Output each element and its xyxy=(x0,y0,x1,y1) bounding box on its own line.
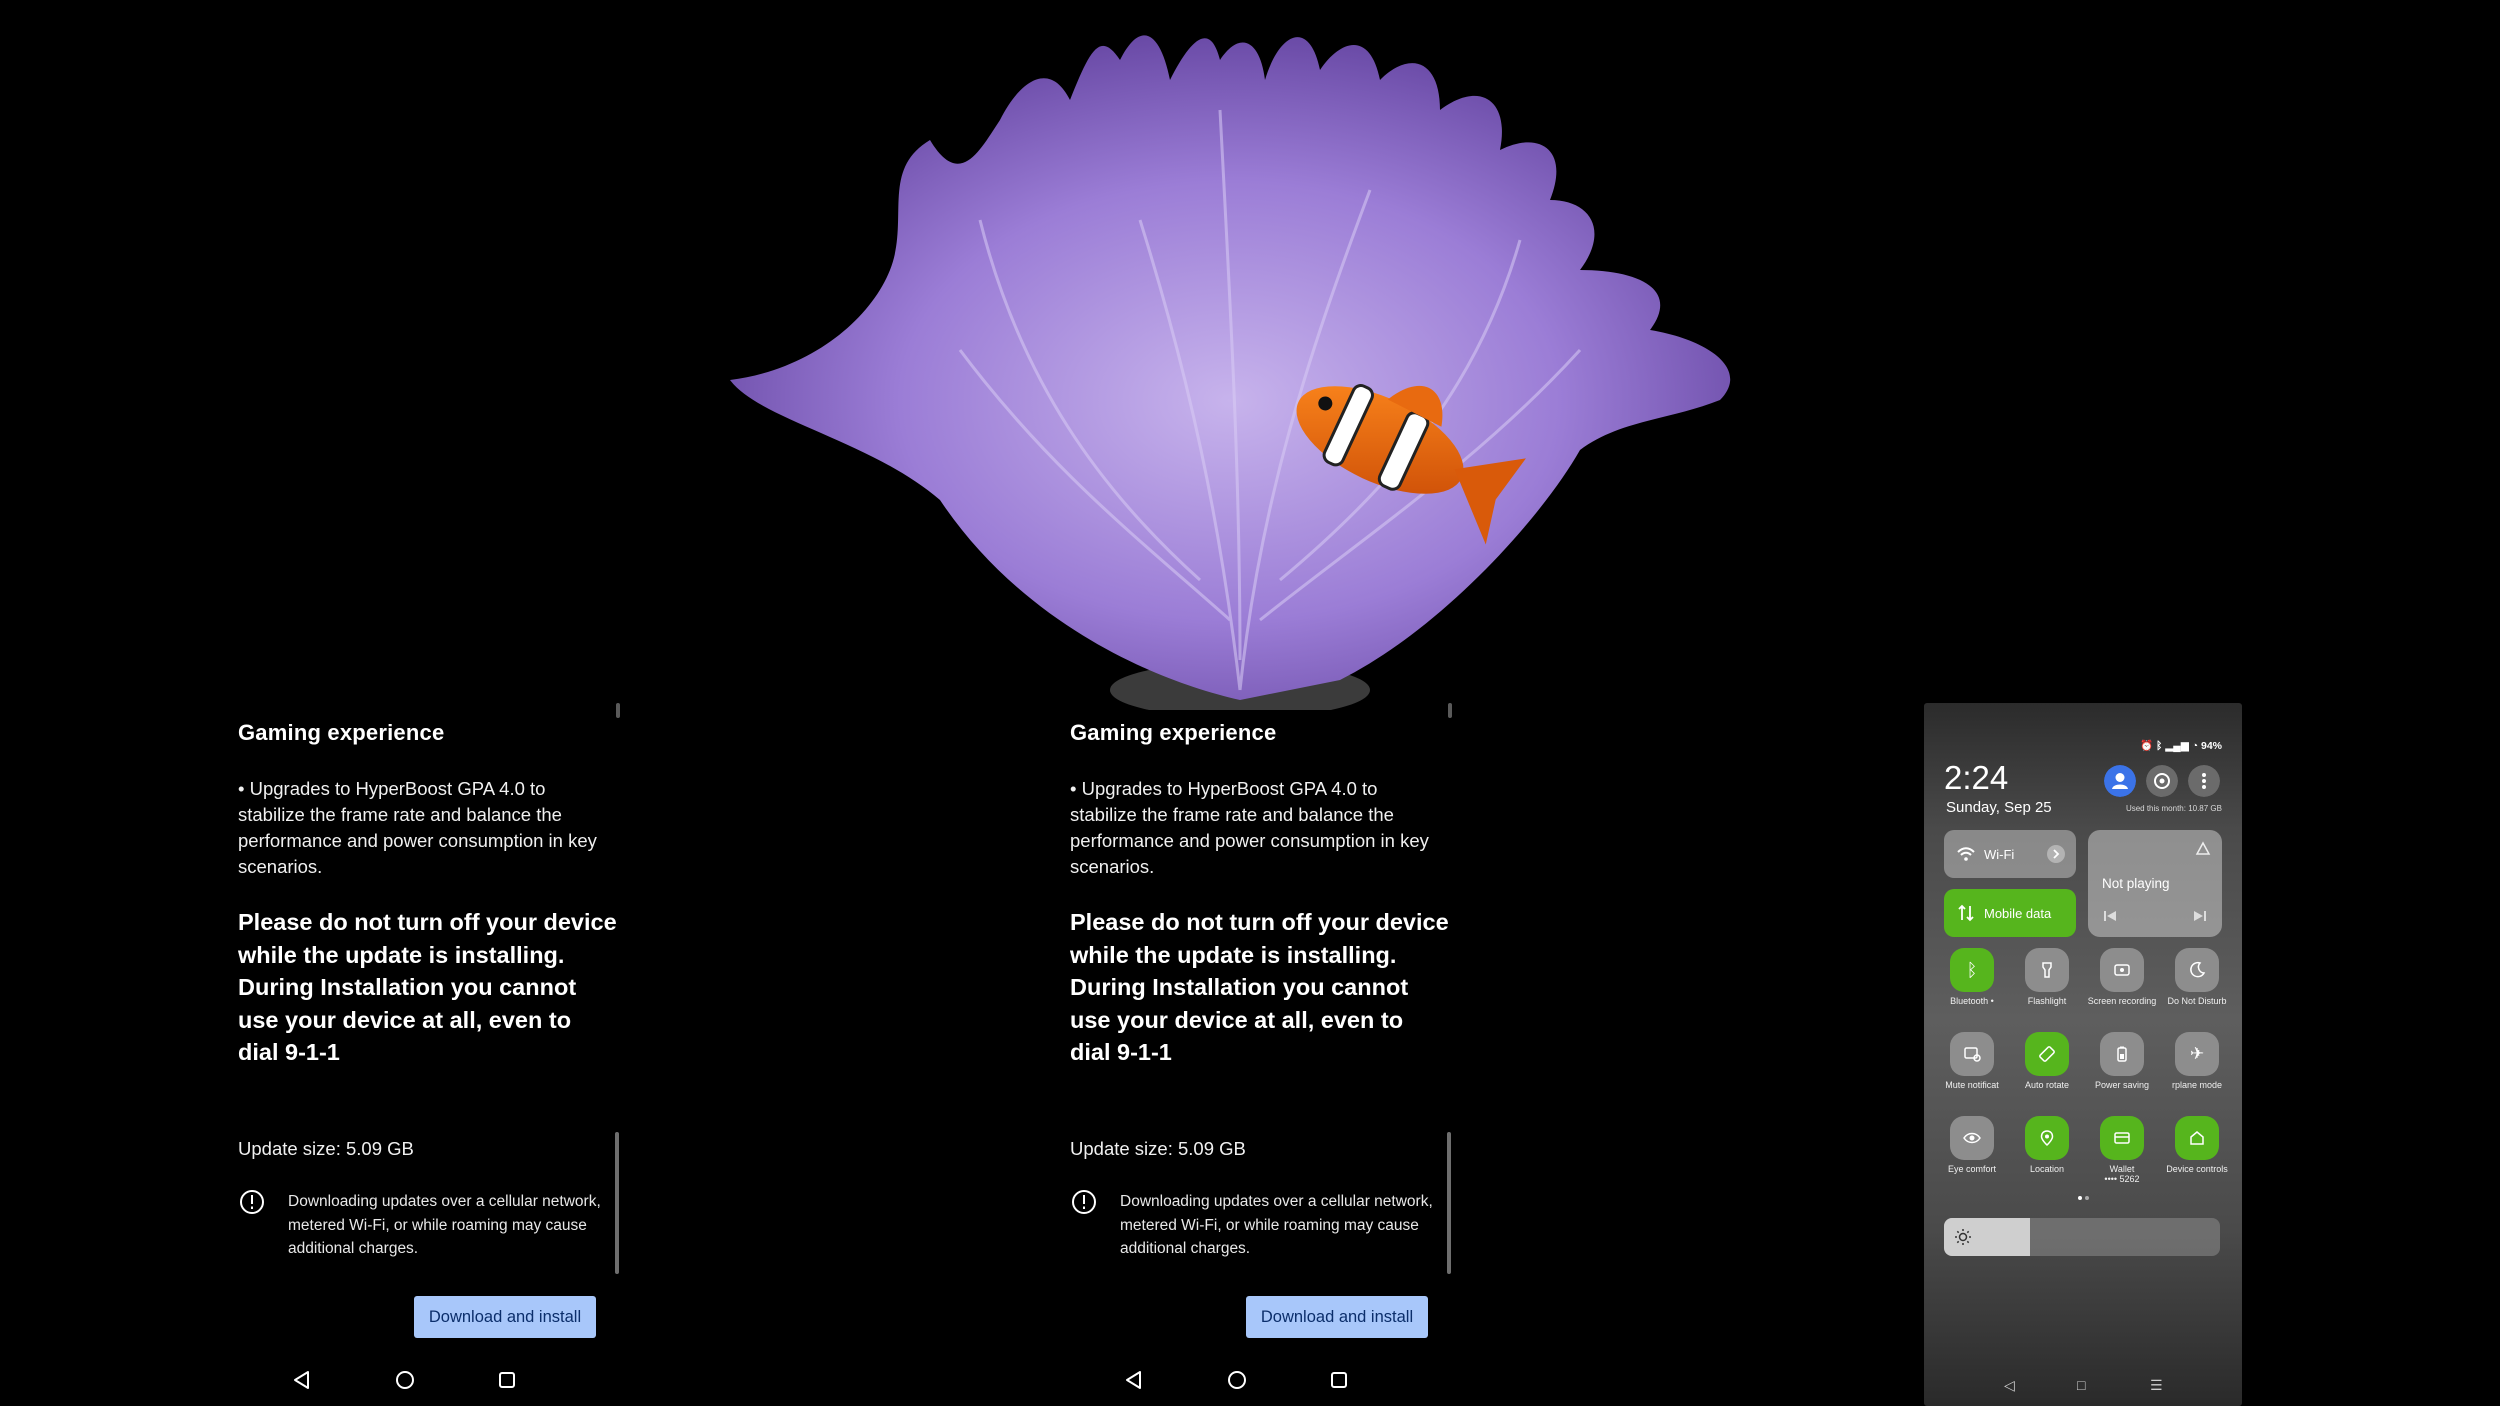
auto-rotate-icon xyxy=(2025,1032,2069,1076)
section-heading: Gaming experience xyxy=(238,720,445,745)
media-player-tile[interactable]: Not playing xyxy=(2088,830,2222,937)
qs-power-saving[interactable]: Power saving xyxy=(2084,1032,2160,1090)
date: Sunday, Sep 25 xyxy=(1946,799,2052,816)
mobile-data-label: Mobile data xyxy=(1984,906,2052,921)
qs-label: Auto rotate xyxy=(2024,1080,2070,1090)
home-icon[interactable] xyxy=(393,1368,417,1392)
screen-record-icon xyxy=(2100,948,2144,992)
system-navbar xyxy=(1120,1360,1370,1400)
location-icon xyxy=(2025,1116,2069,1160)
coral-branches xyxy=(730,35,1731,700)
scrollbar[interactable] xyxy=(615,1132,619,1274)
qs-device-controls[interactable]: Device controls xyxy=(2159,1116,2235,1174)
system-navbar xyxy=(288,1360,538,1400)
next-track-icon[interactable] xyxy=(2192,908,2208,924)
flashlight-icon xyxy=(2025,948,2069,992)
qs-label: Bluetooth • xyxy=(1950,996,1994,1006)
qs-auto-rotate[interactable]: Auto rotate xyxy=(2009,1032,2085,1090)
mute-notification-icon xyxy=(1950,1032,1994,1076)
account-icon[interactable] xyxy=(2104,765,2136,797)
data-usage: Used this month: 10.87 GB xyxy=(2125,804,2222,813)
update-panel-left: Gaming experience • Upgrades to HyperBoo… xyxy=(238,700,658,1406)
chevron-right-icon[interactable] xyxy=(2046,844,2066,864)
more-options-icon[interactable] xyxy=(2188,765,2220,797)
qs-flashlight[interactable]: Flashlight xyxy=(2009,948,2085,1006)
qs-label: Power saving xyxy=(2094,1080,2150,1090)
qs-bluetooth[interactable]: ᛒ Bluetooth • xyxy=(1934,948,2010,1006)
qs-airplane-mode[interactable]: ✈ rplane mode xyxy=(2159,1032,2235,1090)
bluetooth-icon: ᛒ xyxy=(1950,948,1994,992)
mobile-data-tile[interactable]: Mobile data xyxy=(1944,889,2076,937)
recents-icon[interactable] xyxy=(1327,1368,1351,1392)
qs-label: Eye comfort xyxy=(1947,1164,1996,1174)
scroll-indicator-top xyxy=(1448,703,1452,718)
info-icon xyxy=(1072,1190,1096,1214)
qs-label: Wallet xyxy=(2109,1164,2135,1174)
qs-label: Do Not Disturb xyxy=(2167,996,2227,1006)
feature-bullet: • Upgrades to HyperBoost GPA 4.0 to stab… xyxy=(238,778,597,877)
qs-sublabel: •••• 5262 xyxy=(2104,1174,2140,1184)
media-status: Not playing xyxy=(2102,876,2170,891)
qs-label: Mute notificat xyxy=(1945,1080,1999,1090)
wallet-icon xyxy=(2100,1116,2144,1160)
cast-icon[interactable] xyxy=(2194,840,2212,858)
scroll-indicator-top xyxy=(616,703,620,718)
download-install-button[interactable]: Download and install xyxy=(414,1296,596,1338)
qs-wallet[interactable]: Wallet •••• 5262 xyxy=(2084,1116,2160,1184)
home-icon[interactable]: □ xyxy=(2077,1377,2085,1393)
page-indicator xyxy=(2078,1196,2089,1200)
qs-label: Flashlight xyxy=(2027,996,2067,1006)
warning-text: Please do not turn off your device while… xyxy=(238,909,617,1065)
data-charges-note: Downloading updates over a cellular netw… xyxy=(1120,1193,1433,1257)
qs-mute-notifications[interactable]: Mute notificat xyxy=(1934,1032,2010,1090)
battery-percent: 94% xyxy=(2200,740,2222,752)
qs-label: Screen recording xyxy=(2087,996,2157,1006)
previous-track-icon[interactable] xyxy=(2102,908,2118,924)
qs-eye-comfort[interactable]: Eye comfort xyxy=(1934,1116,2010,1174)
status-bar: ⏰ ᛒ ▂▄▆ ◔ 94% xyxy=(2140,739,2222,752)
signal-icon: ▂▄▆ xyxy=(2165,740,2189,752)
update-size: Update size: 5.09 GB xyxy=(1070,1138,1246,1159)
bluetooth-status-icon: ᛒ xyxy=(2155,740,2163,752)
battery-icon: ◔ xyxy=(2191,740,2199,752)
back-icon[interactable] xyxy=(290,1368,314,1392)
battery-saver-icon xyxy=(2100,1032,2144,1076)
back-icon[interactable] xyxy=(1122,1368,1146,1392)
coral-clownfish-illustration xyxy=(730,35,1731,710)
wifi-label: Wi-Fi xyxy=(1984,847,2015,862)
settings-icon[interactable] xyxy=(2146,765,2178,797)
qs-do-not-disturb[interactable]: Do Not Disturb xyxy=(2159,948,2235,1006)
clock: 2:24 xyxy=(1944,759,2009,796)
qs-location[interactable]: Location xyxy=(2009,1116,2085,1174)
airplane-icon: ✈ xyxy=(2175,1032,2219,1076)
brightness-slider[interactable] xyxy=(1944,1218,2220,1256)
info-icon xyxy=(240,1190,264,1214)
wifi-tile[interactable]: Wi-Fi xyxy=(1944,830,2076,878)
brightness-icon xyxy=(1955,1229,1971,1245)
menu-icon[interactable]: ☰ xyxy=(2150,1377,2163,1394)
section-heading: Gaming experience xyxy=(1070,720,1277,745)
recents-icon[interactable] xyxy=(495,1368,519,1392)
eye-icon xyxy=(1950,1116,1994,1160)
download-install-button[interactable]: Download and install xyxy=(1246,1296,1428,1338)
control-center-screen: ⏰ ᛒ ▂▄▆ ◔ 94% 2:24 Sunday, Sep 25 Used t… xyxy=(1924,703,2242,1406)
qs-screen-recording[interactable]: Screen recording xyxy=(2084,948,2160,1006)
feature-bullet: • Upgrades to HyperBoost GPA 4.0 to stab… xyxy=(1070,778,1429,877)
qs-label: Device controls xyxy=(2166,1164,2228,1174)
qs-label: Location xyxy=(2029,1164,2065,1174)
back-icon[interactable]: ◁ xyxy=(2004,1377,2015,1394)
moon-icon xyxy=(2175,948,2219,992)
data-charges-note: Downloading updates over a cellular netw… xyxy=(288,1193,601,1257)
update-panel-middle: Gaming experience • Upgrades to HyperBoo… xyxy=(1070,700,1490,1406)
warning-text: Please do not turn off your device while… xyxy=(1070,909,1449,1065)
scrollbar[interactable] xyxy=(1447,1132,1451,1274)
qs-label: rplane mode xyxy=(2171,1080,2223,1090)
device-controls-icon xyxy=(2175,1116,2219,1160)
update-size: Update size: 5.09 GB xyxy=(238,1138,414,1159)
wifi-icon xyxy=(1957,847,1975,861)
alarm-icon: ⏰ xyxy=(2139,740,2154,752)
home-icon[interactable] xyxy=(1225,1368,1249,1392)
mobile-data-icon xyxy=(1958,904,1974,922)
